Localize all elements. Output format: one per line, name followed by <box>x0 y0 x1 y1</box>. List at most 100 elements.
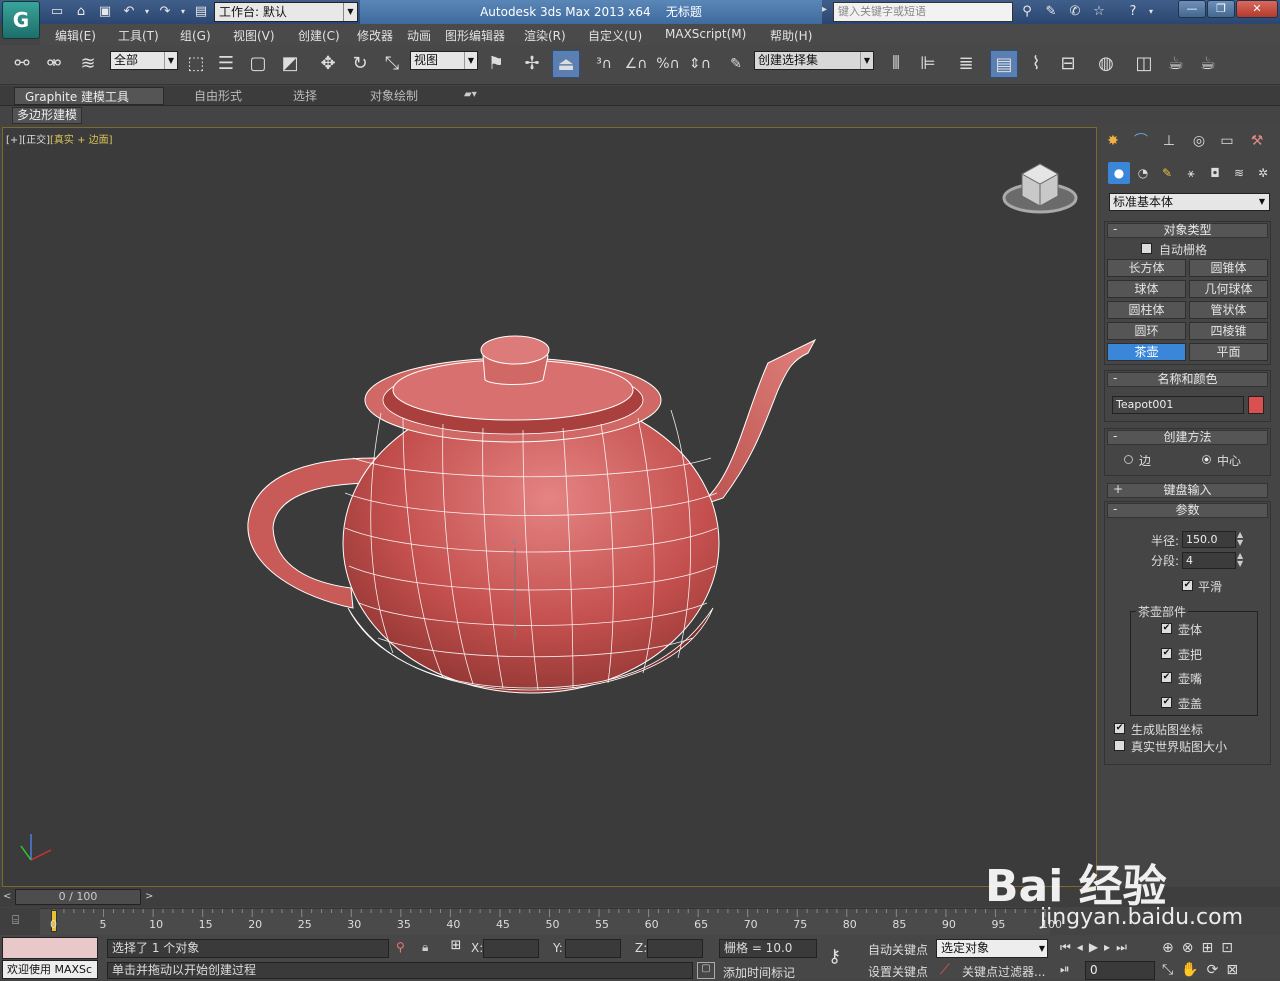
minimize-button[interactable]: — <box>1178 0 1206 18</box>
next-frame-icon[interactable]: > <box>145 891 153 902</box>
pyramid-button[interactable]: 四棱锥 <box>1189 322 1268 340</box>
parameters-header[interactable]: - 参数 <box>1107 503 1268 518</box>
viewport-label[interactable]: [+][正交][真实 + 边面] <box>6 131 113 146</box>
menu-views[interactable]: 视图(V) <box>233 27 275 44</box>
selection-filter-select[interactable]: 全部 ▼ <box>110 51 178 70</box>
render-production-icon[interactable]: ☕ <box>1194 50 1222 78</box>
app-logo-button[interactable]: G <box>2 1 40 39</box>
redo-icon[interactable]: ↷ <box>156 3 174 21</box>
hierarchy-tab-icon[interactable]: ⊥ <box>1158 130 1180 152</box>
cameras-icon[interactable]: ⚹ <box>1180 162 1202 184</box>
radio-edge[interactable] <box>1124 455 1133 464</box>
curve-editor-icon[interactable]: ⌇ <box>1022 50 1050 78</box>
segments-spinner-icon[interactable]: ▲ ▼ <box>1237 552 1243 568</box>
reference-coord-select[interactable]: 视图 ▼ <box>410 51 478 70</box>
key-mode-toggle-icon[interactable]: ⏯ <box>1060 962 1070 977</box>
real-world-map-checkbox[interactable] <box>1114 740 1125 751</box>
set-key-mode-icon[interactable]: ⚷ <box>828 946 841 967</box>
spinner-snap-icon[interactable]: ⇕∩ <box>686 50 714 78</box>
viewcube[interactable] <box>1000 152 1080 222</box>
display-tab-icon[interactable]: ▭ <box>1216 130 1238 152</box>
tab-object-paint[interactable]: 对象绘制 <box>360 87 428 105</box>
object-name-input[interactable]: Teapot001 <box>1112 396 1244 414</box>
help-icon[interactable]: ? <box>1124 3 1142 21</box>
restore-button[interactable]: ❐ <box>1207 0 1235 18</box>
save-file-icon[interactable]: ▣ <box>96 3 114 21</box>
angle-snap-icon[interactable]: ∠∩ <box>622 50 650 78</box>
systems-icon[interactable]: ✲ <box>1252 162 1274 184</box>
segments-input[interactable]: 4 <box>1182 552 1236 569</box>
menu-group[interactable]: 组(G) <box>180 27 211 44</box>
key-target-select[interactable]: 选定对象 ▼ <box>936 939 1048 958</box>
tab-selection[interactable]: 选择 <box>283 87 327 105</box>
pivot-center-icon[interactable]: ⚑ <box>482 50 510 78</box>
teapot-button[interactable]: 茶壶 <box>1107 343 1186 361</box>
prev-frame-icon[interactable]: < <box>3 891 11 902</box>
isolate-selection-icon[interactable]: ⚲ <box>396 940 405 954</box>
geometry-icon[interactable]: ● <box>1108 162 1130 184</box>
undo-dropdown-icon[interactable]: ▾ <box>142 3 152 21</box>
cylinder-button[interactable]: 圆柱体 <box>1107 301 1186 319</box>
material-editor-icon[interactable]: ◍ <box>1092 50 1120 78</box>
favorites-icon[interactable]: ☆ <box>1090 3 1108 21</box>
menu-animation[interactable]: 动画 <box>407 27 431 44</box>
menu-create[interactable]: 创建(C) <box>298 27 340 44</box>
set-key-button[interactable]: 设置关键点 <box>868 963 928 980</box>
part-handle-checkbox[interactable]: ✔ <box>1161 648 1172 659</box>
window-crossing-icon[interactable]: ◩ <box>276 50 304 78</box>
utilities-tab-icon[interactable]: ⚒ <box>1246 130 1268 152</box>
z-coord-input[interactable] <box>647 939 703 958</box>
ribbon-options-icon[interactable]: ▰▾ <box>464 89 477 100</box>
menu-graph-editors[interactable]: 图形编辑器 <box>445 27 505 44</box>
select-object-icon[interactable]: ⬚ <box>182 50 210 78</box>
binoculars-icon[interactable]: ⚲ <box>1018 3 1036 21</box>
autogrid-checkbox[interactable] <box>1141 243 1152 254</box>
y-coord-input[interactable] <box>565 939 621 958</box>
polygon-modeling-panel[interactable]: 多边形建模 <box>12 107 83 124</box>
viewport-view-label[interactable]: [正交] <box>22 135 50 146</box>
sphere-button[interactable]: 球体 <box>1107 280 1186 298</box>
viewport-nav-controls[interactable]: ⊕⊗⊞⊡ <box>1162 940 1241 956</box>
viewport-perspective[interactable]: z <box>2 127 1097 887</box>
viewport-menu-label[interactable]: [+] <box>6 135 22 146</box>
menu-customize[interactable]: 自定义(U) <box>588 27 642 44</box>
mirror-icon[interactable]: ⫴ <box>882 50 910 78</box>
undo-icon[interactable]: ↶ <box>120 3 138 21</box>
help-dropdown-icon[interactable]: ▾ <box>1146 3 1156 21</box>
helpers-icon[interactable]: ◘ <box>1204 162 1226 184</box>
part-lid-checkbox[interactable]: ✔ <box>1161 697 1172 708</box>
project-folder-icon[interactable]: ▤ <box>192 3 210 21</box>
layer-manager-icon[interactable]: ≣ <box>952 50 980 78</box>
cone-button[interactable]: 圆锥体 <box>1189 259 1268 277</box>
creation-method-header[interactable]: - 创建方法 <box>1107 430 1268 445</box>
open-file-icon[interactable]: ⌂ <box>72 3 90 21</box>
rotate-icon[interactable]: ↻ <box>346 50 374 78</box>
graphite-toggle-icon[interactable]: ▤ <box>990 50 1018 78</box>
subscription-icon[interactable]: ✎ <box>1042 3 1060 21</box>
radius-spinner-icon[interactable]: ▲ ▼ <box>1237 531 1243 547</box>
menu-rendering[interactable]: 渲染(R) <box>524 27 566 44</box>
shapes-icon[interactable]: ◔ <box>1132 162 1154 184</box>
gen-map-coords-checkbox[interactable]: ✔ <box>1114 723 1125 734</box>
box-button[interactable]: 长方体 <box>1107 259 1186 277</box>
object-color-swatch[interactable] <box>1248 396 1264 414</box>
x-coord-input[interactable] <box>483 939 539 958</box>
tab-freeform[interactable]: 自由形式 <box>184 87 252 105</box>
align-icon[interactable]: ⊫ <box>914 50 942 78</box>
part-spout-checkbox[interactable]: ✔ <box>1161 672 1172 683</box>
selection-lock-icon[interactable]: 🔒︎ <box>422 940 428 955</box>
workspace-select[interactable]: 工作台: 默认 ▼ <box>214 2 358 22</box>
select-by-name-icon[interactable]: ☰ <box>212 50 240 78</box>
object-category-select[interactable]: 标准基本体 ▼ <box>1109 193 1270 211</box>
plane-button[interactable]: 平面 <box>1189 343 1268 361</box>
maxscript-mini-listener[interactable]: 欢迎使用 MAXSc <box>2 960 98 979</box>
menu-maxscript[interactable]: MAXScript(M) <box>665 27 746 41</box>
menu-help[interactable]: 帮助(H) <box>770 27 812 44</box>
current-frame-input[interactable]: 0 <box>1085 961 1155 980</box>
playback-controls[interactable]: ⏮◂▶▸⏭ <box>1060 940 1133 955</box>
name-color-header[interactable]: - 名称和颜色 <box>1107 372 1268 387</box>
auto-key-button[interactable]: 自动关键点 <box>868 941 928 958</box>
torus-button[interactable]: 圆环 <box>1107 322 1186 340</box>
scale-icon[interactable]: ⤡ <box>378 50 406 78</box>
tab-graphite[interactable]: Graphite 建模工具 <box>14 87 164 105</box>
